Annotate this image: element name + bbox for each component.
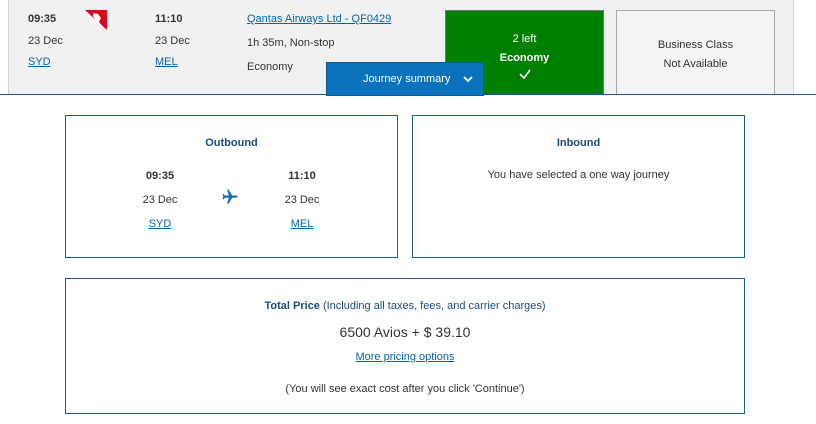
outbound-departure-airport-link[interactable]: SYD xyxy=(149,217,172,231)
total-price-value: 6500 Avios + $ 39.10 xyxy=(339,324,471,340)
journey-summary-button[interactable]: Journey summary xyxy=(326,62,484,96)
departure-date: 23 Dec xyxy=(28,35,63,47)
airplane-icon xyxy=(222,189,238,204)
arrival-date: 23 Dec xyxy=(155,35,190,47)
chevron-down-icon xyxy=(463,76,473,83)
flight-cabin: Economy xyxy=(247,61,293,73)
business-cabin-label: Business Class xyxy=(657,39,734,51)
departure-time: 09:35 xyxy=(28,13,57,25)
departure-airport-link[interactable]: SYD xyxy=(28,55,51,69)
arrival-time: 11:10 xyxy=(155,13,183,25)
outbound-arrival-airport-link[interactable]: MEL xyxy=(291,217,314,231)
journey-summary-label: Journey summary xyxy=(363,73,451,85)
inbound-title: Inbound xyxy=(556,137,601,149)
outbound-departure-date: 23 Dec xyxy=(142,194,178,206)
seats-left-label: 2 left xyxy=(512,33,537,45)
flight-duration: 1h 35m, Non-stop xyxy=(247,37,335,49)
total-price-detail: (Including all taxes, fees, and carrier … xyxy=(319,300,546,312)
business-fare-option: Business Class Not Available xyxy=(616,10,775,95)
qantas-logo-icon xyxy=(85,10,107,30)
check-icon xyxy=(519,69,531,80)
outbound-arrival-date: 23 Dec xyxy=(284,194,320,206)
outbound-title: Outbound xyxy=(205,137,258,149)
outbound-arrival-time: 11:10 xyxy=(288,170,316,182)
price-note: (You will see exact cost after you click… xyxy=(285,383,525,395)
inbound-panel: Inbound You have selected a one way jour… xyxy=(412,115,745,258)
outbound-departure-time: 09:35 xyxy=(145,170,175,182)
more-pricing-row: More pricing options xyxy=(66,351,744,363)
airline-flight-link[interactable]: Qantas Airways Ltd - QF0429 xyxy=(247,12,391,26)
one-way-message: You have selected a one way journey xyxy=(487,169,670,181)
total-price-panel: Total Price (Including all taxes, fees, … xyxy=(65,278,745,414)
outbound-panel: Outbound 09:35 23 Dec SYD 11:10 23 Dec M… xyxy=(65,115,398,258)
total-price-label: Total Price xyxy=(264,300,320,312)
business-status-label: Not Available xyxy=(663,58,728,70)
arrival-airport-link[interactable]: MEL xyxy=(155,55,178,69)
more-pricing-options-link[interactable]: More pricing options xyxy=(355,351,454,363)
total-price-heading: Total Price (Including all taxes, fees, … xyxy=(66,300,744,312)
